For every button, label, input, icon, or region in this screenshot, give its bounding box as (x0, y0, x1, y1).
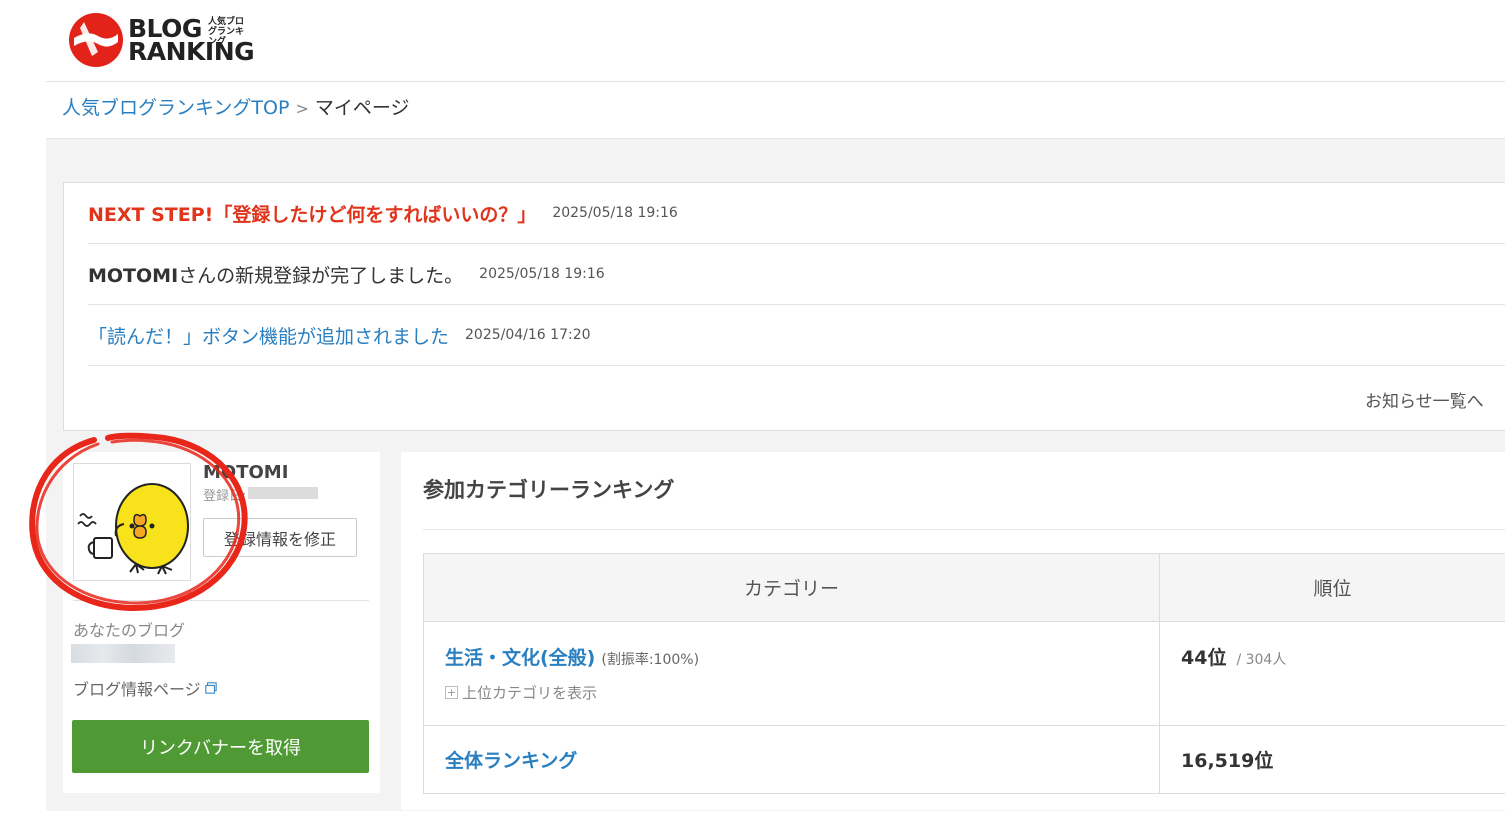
rank-value: 44位 (1181, 647, 1227, 669)
news-title[interactable]: NEXT STEP!「登録したけど何をすればいいの？」 (88, 200, 536, 227)
get-link-banner-button[interactable]: リンクバナーを取得 (72, 720, 369, 773)
category-ranking-panel: 参加カテゴリーランキング カテゴリー 順位 生活・文化(全般) (割振率:100%… (401, 452, 1505, 810)
table-row: 全体ランキング 16,519位 (423, 725, 1505, 794)
news-item: MOTOMIさんの新規登録が完了しました。 2025/05/18 19:16 (88, 244, 1505, 305)
external-window-icon (205, 682, 217, 694)
blog-ranking-logo[interactable]: BLOG 人気ブログランキング RANKING (68, 12, 268, 72)
news-message: さんの新規登録が完了しました。 (178, 264, 464, 287)
rank-total: / 304人 (1236, 652, 1287, 668)
allocation-ratio: (割振率:100%) (601, 652, 700, 668)
column-header-rank: 順位 (1159, 553, 1505, 622)
news-date: 2025/04/16 17:20 (465, 327, 591, 343)
ranking-title: 参加カテゴリーランキング (423, 478, 675, 502)
category-cell: 生活・文化(全般) (割振率:100%) + 上位カテゴリを表示 (423, 621, 1160, 726)
header-divider (46, 81, 1505, 82)
registered-date-label: 登録日: (203, 489, 247, 504)
blog-name-redacted[interactable] (71, 644, 175, 663)
logo-text-ranking: RANKING (128, 37, 255, 66)
rank-value: 16,519位 (1181, 750, 1274, 772)
your-blog-label: あなたのブログ (73, 621, 186, 640)
ranking-table: カテゴリー 順位 生活・文化(全般) (割振率:100%) + 上位カテゴリを表示 … (423, 553, 1505, 794)
profile-divider (73, 600, 369, 601)
category-cell: 全体ランキング (423, 725, 1160, 794)
blog-info-label[interactable]: ブログ情報ページ (73, 676, 201, 700)
user-name: MOTOMI (203, 462, 289, 483)
news-date: 2025/05/18 19:16 (552, 205, 678, 221)
news-username: MOTOMI (88, 264, 179, 287)
logo-mark-icon (69, 13, 123, 67)
plus-icon: + (445, 686, 458, 699)
ranking-title-divider (423, 529, 1505, 530)
show-parent-label[interactable]: 上位カテゴリを表示 (462, 682, 597, 703)
blog-info-link[interactable]: ブログ情報ページ (73, 676, 217, 700)
news-title[interactable]: 「読んだ！」ボタン機能が追加されました (88, 322, 449, 349)
news-date: 2025/05/18 19:16 (479, 266, 605, 282)
edit-profile-button[interactable]: 登録情報を修正 (203, 518, 357, 557)
category-link[interactable]: 生活・文化(全般) (445, 647, 595, 669)
rank-cell: 44位 / 304人 (1159, 621, 1505, 726)
breadcrumb-separator: > (295, 99, 309, 118)
breadcrumb-home-link[interactable]: 人気ブログランキングTOP (62, 97, 289, 119)
avatar (73, 463, 191, 581)
news-item[interactable]: 「読んだ！」ボタン機能が追加されました 2025/04/16 17:20 (88, 305, 1505, 366)
profile-card: MOTOMI 登録日: 登録情報を修正 あなたのブログ ブログ情報ページ リンク… (63, 452, 380, 793)
show-parent-category-toggle[interactable]: + 上位カテゴリを表示 (445, 682, 1158, 703)
breadcrumb: 人気ブログランキングTOP > マイページ (62, 95, 409, 122)
news-panel: NEXT STEP!「登録したけど何をすればいいの？」 2025/05/18 1… (63, 182, 1505, 431)
registered-date-redacted (248, 487, 318, 499)
site-header: BLOG 人気ブログランキング RANKING (0, 0, 1505, 82)
table-row: 生活・文化(全般) (割振率:100%) + 上位カテゴリを表示 44位 / 304人 (423, 621, 1505, 726)
news-item[interactable]: NEXT STEP!「登録したけど何をすればいいの？」 2025/05/18 1… (88, 183, 1505, 244)
news-list-link[interactable]: お知らせ一覧へ (1365, 387, 1505, 412)
column-header-category: カテゴリー (423, 553, 1160, 622)
overall-ranking-link[interactable]: 全体ランキング (445, 750, 577, 772)
rank-cell: 16,519位 (1159, 725, 1505, 794)
table-header-row: カテゴリー 順位 (423, 553, 1505, 622)
news-title: MOTOMIさんの新規登録が完了しました。 (88, 261, 463, 288)
chick-avatar-icon (77, 483, 189, 575)
breadcrumb-current: マイページ (314, 97, 410, 119)
